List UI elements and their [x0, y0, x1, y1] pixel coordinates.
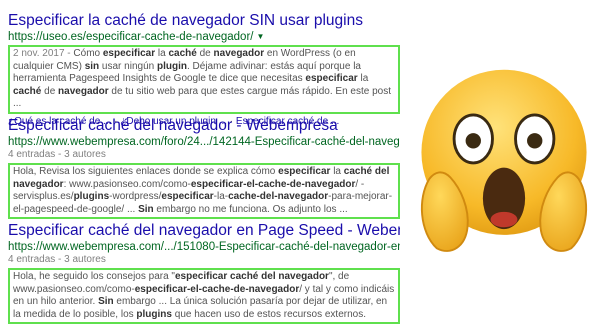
- snippet-text: Hola, Revisa los siguientes enlaces dond…: [13, 166, 279, 177]
- result-title-link[interactable]: Especificar caché del navegador en Page …: [8, 222, 400, 240]
- result-meta: 4 entradas - 3 autores: [8, 254, 106, 265]
- snippet-keyword: plugins: [73, 191, 110, 202]
- result-snippet: Hola, he seguido los consejos para "espe…: [8, 268, 400, 324]
- snippet-keyword: sin: [84, 60, 100, 72]
- snippet-keyword: caché: [13, 85, 42, 97]
- snippet-text: la: [330, 166, 344, 177]
- tongue: [490, 211, 518, 228]
- result-url-text: https://useo.es/especificar-cache-de-nav…: [8, 31, 254, 43]
- result-title-link[interactable]: Especificar la caché de navegador SIN us…: [8, 12, 400, 30]
- snippet-keyword: especificar: [161, 191, 214, 202]
- search-result-3: Especificar caché del navegador en Page …: [8, 222, 400, 324]
- snippet-keyword: plugin: [156, 60, 187, 72]
- result-meta: 4 entradas - 3 autores: [8, 149, 106, 160]
- snippet-keyword: Sin: [98, 296, 114, 307]
- result-snippet: Hola, Revisa los siguientes enlaces dond…: [8, 163, 400, 219]
- snippet-keyword: navegador: [58, 85, 109, 97]
- snippet-text: : www.pasionseo.com/como-: [63, 178, 191, 190]
- search-result-1: Especificar la caché de navegador SIN us…: [8, 12, 400, 128]
- result-url-text: https://www.webempresa.com/.../151080-Es…: [8, 241, 400, 253]
- snippet-text: -la-: [213, 191, 229, 202]
- result-url: https://www.webempresa.com/.../151080-Es…: [8, 240, 400, 254]
- result-date: 2 nov. 2017 -: [13, 48, 74, 59]
- snippet-keyword: especificar-el-cache-de-navegador: [134, 283, 300, 295]
- snippet-text: usar ningún: [99, 60, 157, 72]
- snippet-keyword: navegador: [213, 48, 265, 59]
- screaming-face-emoji: [420, 69, 588, 252]
- result-url: https://www.webempresa.com/foro/24.../14…: [8, 135, 400, 149]
- left-pupil: [465, 133, 481, 149]
- snippet-keyword: plugins: [136, 308, 172, 320]
- search-result-2: Especificar caché del navegador - Webemp…: [8, 117, 400, 219]
- snippet-keyword: especificar: [102, 48, 156, 59]
- snippet-keyword: especificar: [305, 73, 358, 84]
- snippet-keyword: especificar: [278, 166, 331, 177]
- right-pupil: [527, 133, 543, 149]
- snippet-text: Hola, he seguido los consejos para ": [13, 271, 175, 282]
- snippet-keyword: especificar-el-cache-de-navegador: [190, 178, 356, 190]
- snippet-text: que hacen uso de estos recursos externos…: [171, 308, 366, 320]
- snippet-text: de: [196, 48, 214, 59]
- result-url-text: https://www.webempresa.com/foro/24.../14…: [8, 136, 400, 148]
- result-snippet: 2 nov. 2017 - Cómo especificar la caché …: [8, 45, 400, 114]
- snippet-text: embargo no me funciona. Os adjunto los .…: [153, 203, 348, 215]
- snippet-text: -wordpress/: [109, 191, 162, 202]
- snippet-keyword: caché: [168, 48, 197, 59]
- snippet-keyword: cache-del-navegador: [228, 191, 329, 202]
- caret-down-icon[interactable]: ▼: [256, 32, 264, 41]
- snippet-text: de: [41, 85, 59, 97]
- result-url: https://useo.es/especificar-cache-de-nav…: [8, 30, 400, 44]
- snippet-text: Cómo: [73, 48, 103, 59]
- snippet-text: la: [357, 73, 369, 84]
- snippet-text: la: [155, 48, 169, 59]
- snippet-keyword: especificar caché del navegador: [174, 271, 329, 282]
- snippet-keyword: Sin: [138, 203, 154, 215]
- result-title-link[interactable]: Especificar caché del navegador - Webemp…: [8, 117, 400, 135]
